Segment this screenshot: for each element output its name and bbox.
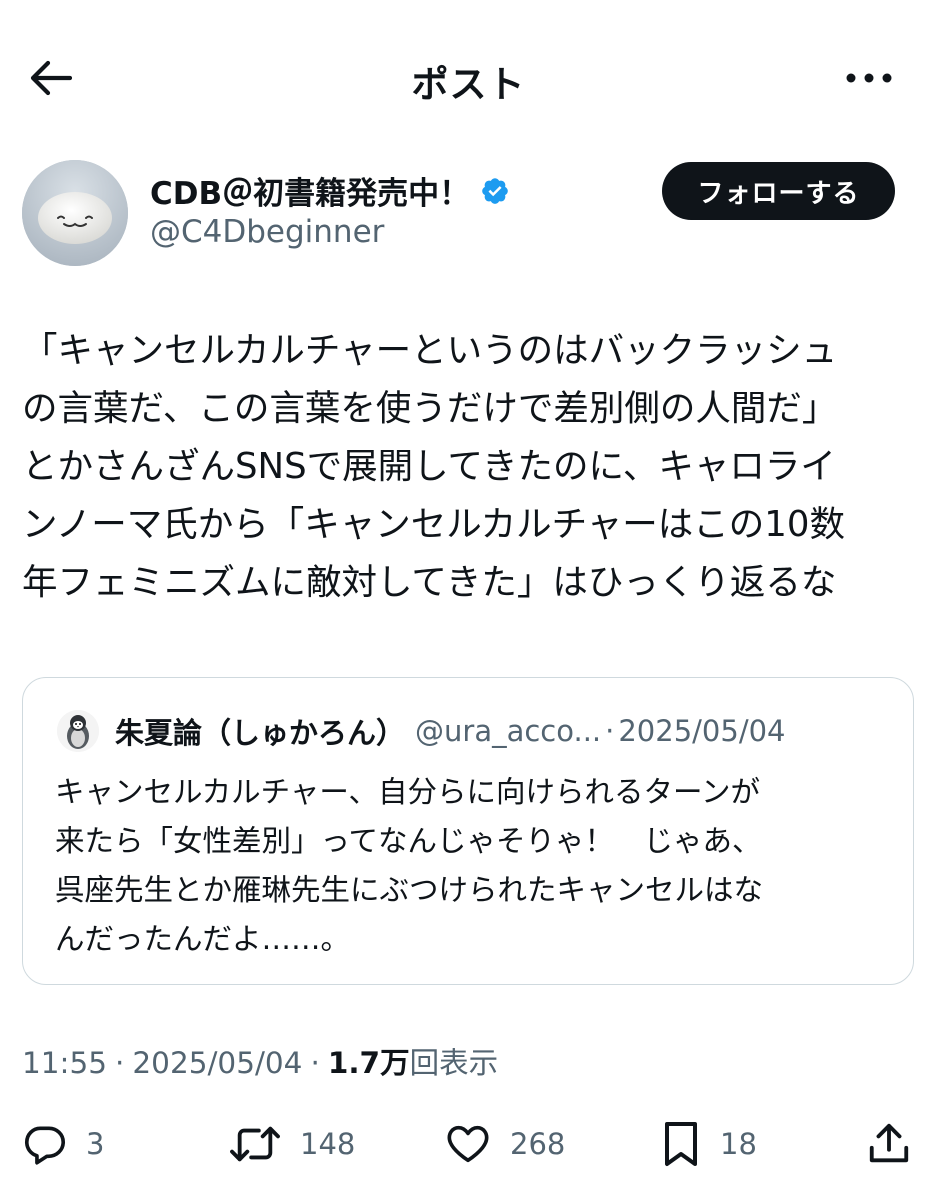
post-date[interactable]: 2025/05/04 (132, 1046, 302, 1080)
quoted-author-name: 朱夏論（しゅかろん） (115, 716, 406, 750)
meta-separator: · (115, 1046, 125, 1080)
quoted-post-card[interactable]: 朱夏論（しゅかろん） @ura_acco... · 2025/05/04 キャン… (22, 677, 914, 985)
avatar-image (22, 160, 128, 266)
reply-button[interactable]: 3 (22, 1118, 104, 1170)
like-count: 268 (510, 1127, 566, 1161)
page-title: ポスト (411, 63, 526, 106)
post-text: 「キャンセルカルチャーというのはバックラッシュ の言葉だ、この言葉を使うだけで差… (22, 322, 922, 612)
author-handle[interactable]: @C4Dbeginner (150, 214, 384, 250)
quoted-post-header: 朱夏論（しゅかろん） @ura_acco... · 2025/05/04 (115, 710, 786, 752)
reply-icon (24, 1126, 66, 1165)
quoted-post-date: 2025/05/04 (618, 714, 786, 748)
quoted-author-handle: @ura_acco... (415, 714, 602, 748)
quoted-text-line: キャンセルカルチャー、自分らに向けられるターンが (55, 775, 761, 809)
quoted-separator: · (605, 714, 615, 748)
quoted-text-line: んだったんだよ……。 (55, 922, 351, 956)
repost-icon (230, 1126, 280, 1162)
post-meta: 11:55 · 2025/05/04 · 1.7万 回表示 (22, 1040, 498, 1082)
views-label: 回表示 (409, 1046, 499, 1080)
top-bar: ポスト (0, 40, 937, 116)
post-text-line: の言葉だ、この言葉を使うだけで差別側の人間だ」 (22, 388, 838, 429)
penguin-avatar-image (57, 710, 99, 752)
more-horizontal-icon (846, 73, 892, 83)
share-button[interactable] (866, 1118, 912, 1170)
quoted-author-avatar (57, 710, 99, 752)
views-count: 1.7万 (327, 1046, 410, 1080)
post-text-line: とかさんざんSNSで展開してきたのに、キャロライ (22, 446, 836, 487)
post-text-line: ンノーマ氏から「キャンセルカルチャーはこの10数 (22, 504, 845, 545)
follow-button[interactable]: フォローする (662, 162, 895, 220)
like-button[interactable]: 268 (444, 1118, 565, 1170)
author-avatar[interactable] (22, 160, 128, 266)
post-detail-page: ポスト CDB＠初書籍発売中！ @C4Dbeginner フォローする 「キャン… (0, 0, 937, 1200)
author-display-name[interactable]: CDB＠初書籍発売中！ (150, 168, 510, 213)
share-icon (869, 1123, 909, 1163)
heart-icon (447, 1125, 489, 1163)
quoted-text-line: 来たら「女性差別」ってなんじゃそりゃ！ じゃあ、 (55, 824, 762, 858)
verified-badge-icon (480, 176, 510, 206)
quoted-text-line: 呉座先生とか雁琳先生にぶつけられたキャンセルはな (55, 873, 764, 907)
bookmark-icon (665, 1122, 697, 1166)
quoted-post-text: キャンセルカルチャー、自分らに向けられるターンが 来たら「女性差別」ってなんじゃ… (55, 768, 763, 964)
post-time[interactable]: 11:55 (22, 1046, 107, 1080)
post-text-line: 「キャンセルカルチャーというのはバックラッシュ (22, 330, 838, 371)
bookmark-count: 18 (720, 1127, 757, 1161)
bookmark-button[interactable]: 18 (660, 1118, 757, 1170)
repost-button[interactable]: 148 (228, 1118, 355, 1170)
meta-separator: · (310, 1046, 320, 1080)
author-name-text: CDB＠初書籍発売中！ (150, 176, 471, 212)
post-text-line: 年フェミニズムに敵対してきた」はひっくり返るな (22, 562, 837, 603)
more-options-button[interactable] (841, 60, 897, 96)
repost-count: 148 (300, 1127, 356, 1161)
reply-count: 3 (86, 1127, 105, 1161)
